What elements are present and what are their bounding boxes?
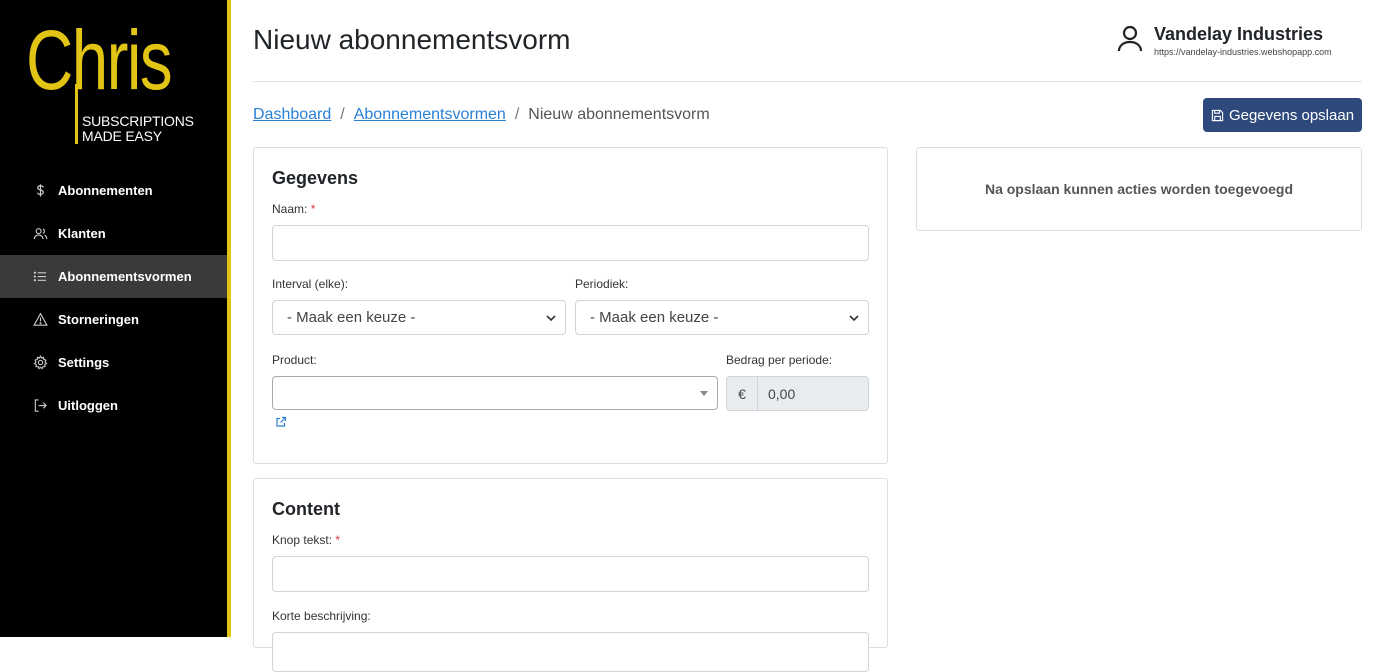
knop-tekst-label: Knop tekst: *: [272, 533, 340, 547]
sidebar-item-storneringen[interactable]: Storneringen: [0, 298, 227, 341]
logo-tagline: SUBSCRIPTIONS MADE EASY: [82, 114, 194, 144]
bedrag-value: 0,00: [768, 385, 796, 402]
breadcrumb-abonnementsvormen-link[interactable]: Abonnementsvormen: [354, 106, 506, 124]
dollar-icon: [32, 183, 48, 199]
floppy-icon: [1211, 109, 1229, 122]
gear-icon: [32, 355, 48, 371]
knop-tekst-label-text: Knop tekst:: [272, 533, 333, 547]
required-marker: *: [335, 533, 341, 547]
warning-icon: [32, 312, 48, 328]
list-icon: [32, 269, 48, 285]
content-title: Content: [272, 499, 340, 519]
breadcrumb-current: Nieuw abonnementsvorm: [528, 106, 710, 123]
interval-label: Interval (elke):: [272, 277, 349, 291]
logo-tagline-line1: SUBSCRIPTIONS: [82, 113, 194, 129]
user-shop-url: https://vandelay-industries.webshopapp.c…: [1154, 47, 1332, 57]
bedrag-label: Bedrag per periode:: [726, 353, 833, 367]
gegevens-title: Gegevens: [272, 168, 359, 188]
sidebar-item-settings[interactable]: Settings: [0, 341, 227, 384]
korte-beschrijving-label: Korte beschrijving:: [272, 609, 371, 623]
sidebar-item-abonnementen[interactable]: Abonnementen: [0, 169, 227, 212]
periodiek-label: Periodiek:: [575, 277, 629, 291]
sidebar-item-abonnementsvormen[interactable]: Abonnementsvormen: [0, 255, 227, 298]
sidebar-item-label: Abonnementsvormen: [58, 269, 192, 284]
page-title: Nieuw abonnementsvorm: [253, 24, 571, 55]
save-button-label: Gegevens opslaan: [1228, 106, 1355, 124]
bedrag-field: € 0,00: [726, 376, 869, 411]
sidebar-item-label: Settings: [58, 355, 110, 370]
sidebar-item-label: Storneringen: [58, 312, 139, 327]
user-icon: [1116, 24, 1144, 56]
sidebar-accent-border: [227, 0, 231, 637]
logo-bar: [75, 84, 78, 144]
content-card: Content Knop tekst: * Korte beschrijving…: [253, 478, 888, 672]
breadcrumb-separator: /: [340, 106, 345, 123]
product-label: Product:: [272, 353, 317, 367]
acties-message: Na opslaan kunnen acties worden toegevoe…: [984, 181, 1294, 197]
gegevens-card: Gegevens Naam: * Interval (elke): - Maak…: [253, 147, 888, 464]
korte-beschrijving-input[interactable]: [272, 632, 869, 672]
sidebar: Chris SUBSCRIPTIONS MADE EASY Abonnement…: [0, 0, 227, 637]
sidebar-item-label: Klanten: [58, 226, 106, 241]
user-name: Vandelay Industries: [1154, 24, 1324, 44]
sidebar-item-label: Abonnementen: [58, 183, 153, 198]
naam-label-text: Naam:: [272, 202, 308, 216]
acties-card: Na opslaan kunnen acties worden toegevoe…: [916, 147, 1362, 231]
user-account[interactable]: Vandelay Industries https://vandelay-ind…: [1116, 24, 1356, 64]
caret-down-icon: [700, 391, 708, 396]
required-marker: *: [310, 202, 316, 216]
breadcrumb-separator: /: [514, 106, 520, 123]
breadcrumb-dashboard-link[interactable]: Dashboard: [253, 106, 331, 124]
interval-select[interactable]: - Maak een keuze -: [272, 300, 566, 335]
logo-word: Chris: [26, 13, 173, 107]
breadcrumb: Dashboard / Abonnementsvormen / Nieuw ab…: [253, 106, 710, 124]
naam-label: Naam: *: [272, 202, 315, 216]
product-select[interactable]: [272, 376, 718, 410]
logout-icon: [32, 398, 48, 414]
sidebar-item-label: Uitloggen: [58, 398, 118, 413]
periodiek-select-value: - Maak een keuze -: [590, 309, 719, 326]
header-divider: [253, 81, 1362, 82]
sidebar-nav: Abonnementen Klanten Abonnementsvormen S…: [0, 169, 227, 427]
periodiek-select[interactable]: - Maak een keuze -: [575, 300, 869, 335]
external-link-icon[interactable]: [275, 415, 287, 427]
interval-select-value: - Maak een keuze -: [287, 309, 416, 326]
logo-tagline-line2: MADE EASY: [82, 128, 162, 144]
naam-input[interactable]: [272, 225, 869, 261]
knop-tekst-input[interactable]: [272, 556, 869, 592]
chevron-down-icon: [545, 311, 557, 323]
sidebar-item-klanten[interactable]: Klanten: [0, 212, 227, 255]
currency-symbol: €: [727, 377, 758, 410]
chris-logo[interactable]: Chris SUBSCRIPTIONS MADE EASY: [24, 18, 194, 146]
sidebar-item-uitloggen[interactable]: Uitloggen: [0, 384, 227, 427]
save-button[interactable]: Gegevens opslaan: [1203, 98, 1362, 132]
chevron-down-icon: [848, 311, 860, 323]
users-icon: [32, 226, 48, 242]
